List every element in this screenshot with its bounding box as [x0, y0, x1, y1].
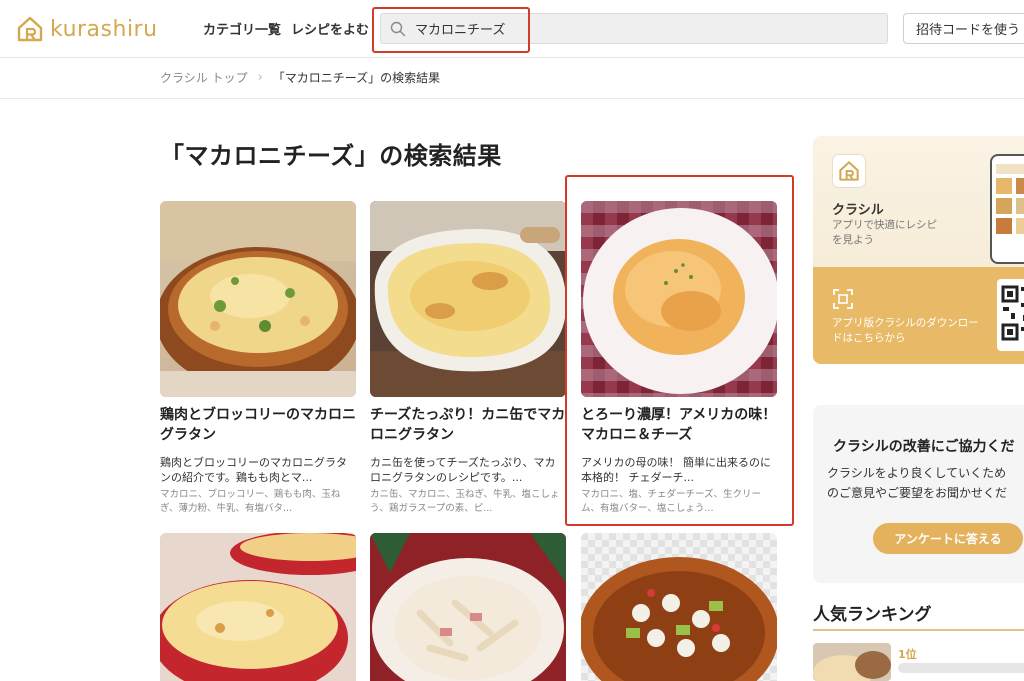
- recipe-card[interactable]: [160, 533, 356, 681]
- breadcrumb: クラシル トップ › 「マカロニチーズ」の検索結果: [160, 69, 440, 86]
- survey-text-line-1: クラシルをより良くしていくため: [827, 466, 1007, 480]
- kurashiru-logo[interactable]: kurashiru: [16, 14, 158, 44]
- ranking-title: 人気ランキング: [813, 605, 932, 625]
- breadcrumb-home[interactable]: クラシル トップ: [160, 69, 248, 86]
- app-name: クラシル: [832, 203, 884, 218]
- survey-button[interactable]: アンケートに答える: [873, 523, 1023, 554]
- recipe-card[interactable]: チーズたっぷり！カニ缶でマカロニグラタン カニ缶を使ってチーズたっぷり、マカロニ…: [370, 201, 566, 516]
- survey-text-line-2: のご意見やご要望をお聞かせくだ: [827, 486, 1008, 500]
- recipe-card[interactable]: [581, 533, 777, 681]
- logo-text: kurashiru: [50, 16, 158, 42]
- recipe-card[interactable]: [370, 533, 566, 681]
- search-highlight-box: [372, 7, 530, 53]
- app-logo-icon: [832, 154, 866, 188]
- recipe-ingredients: マカロニ、ブロッコリー、鶏もも肉、玉ねぎ、薄力粉、牛乳、有塩バタ...: [160, 489, 341, 514]
- recipe-title[interactable]: 鶏肉とブロッコリーのマカロニグラタン: [160, 405, 356, 447]
- page-title: 「マカロニチーズ」の検索結果: [160, 142, 502, 170]
- nav-read-recipes[interactable]: レシピをよむ: [291, 19, 369, 38]
- app-subtitle: アプリで快適にレシピを見よう: [832, 219, 937, 246]
- recipe-title[interactable]: チーズたっぷり！カニ缶でマカロニグラタン: [370, 405, 566, 447]
- recipe-description: 鶏肉とブロッコリーのマカロニグラタンの紹介です。鶏もも肉とマ...: [160, 456, 347, 484]
- recipe-description: カニ缶を使ってチーズたっぷり、マカロニグラタンのレシピです。...: [370, 456, 556, 484]
- rank-title-placeholder: [898, 663, 1024, 673]
- qr-scan-icon: [833, 289, 853, 309]
- header-nav: カテゴリ一覧 レシピをよむ: [203, 19, 369, 38]
- rank-number: 1位: [898, 648, 917, 661]
- qr-code: [997, 279, 1024, 351]
- logo-house-icon: [17, 16, 43, 42]
- recipe-photo[interactable]: [581, 533, 777, 681]
- recipe-ingredients: カニ缶、マカロニ、玉ねぎ、牛乳、塩こしょう、鶏ガラスープの素、ピ...: [370, 489, 560, 514]
- app-download-banner[interactable]: クラシル アプリで快適にレシピを見よう アプリ版クラシルのダウンロードはこちらか…: [813, 136, 1024, 364]
- breadcrumb-chevron-icon: ›: [257, 70, 263, 85]
- recipe-photo[interactable]: [160, 201, 356, 397]
- recipe-highlight-box: [565, 175, 794, 526]
- invite-code-button[interactable]: 招待コードを使う: [903, 13, 1024, 44]
- app-download-text: アプリ版クラシルのダウンロードはこちらから: [832, 317, 979, 344]
- ranking-thumbnail[interactable]: [813, 643, 891, 681]
- breadcrumb-current: 「マカロニチーズ」の検索結果: [272, 71, 441, 85]
- nav-categories[interactable]: カテゴリ一覧: [203, 19, 281, 38]
- survey-text: クラシルをより良くしていくため のご意見やご要望をお聞かせくだ: [827, 463, 1024, 503]
- recipe-photo[interactable]: [370, 533, 566, 681]
- header: kurashiru カテゴリ一覧 レシピをよむ 招待コードを使う: [0, 0, 1024, 58]
- recipe-card[interactable]: 鶏肉とブロッコリーのマカロニグラタン 鶏肉とブロッコリーのマカロニグラタンの紹介…: [160, 201, 356, 516]
- survey-heading: クラシルの改善にご協力くだ: [833, 439, 1015, 455]
- divider: [0, 98, 1024, 99]
- recipe-photo[interactable]: [370, 201, 566, 397]
- ranking-underline: [813, 629, 1024, 631]
- phone-illustration-icon: [990, 154, 1024, 264]
- survey-panel: クラシルの改善にご協力くだ クラシルをより良くしていくため のご意見やご要望をお…: [813, 405, 1024, 583]
- recipe-photo[interactable]: [160, 533, 356, 681]
